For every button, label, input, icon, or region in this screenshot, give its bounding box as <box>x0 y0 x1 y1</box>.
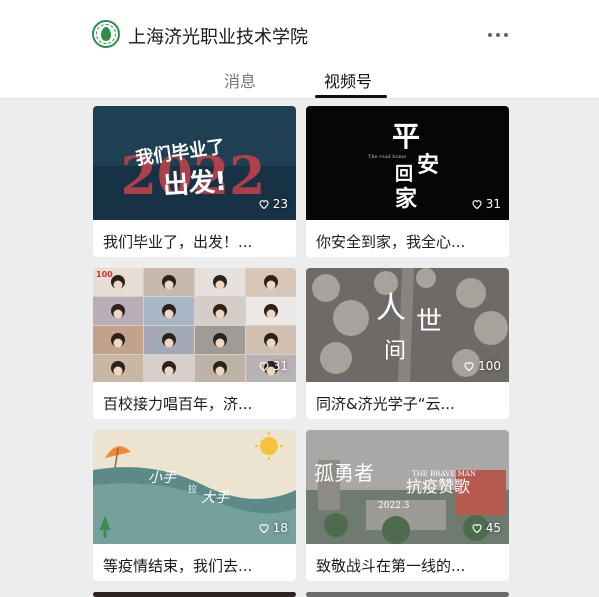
like-count[interactable]: 18 <box>258 521 288 535</box>
video-card[interactable]: 100 31 百校接力唱百年，济... <box>93 268 296 419</box>
heart-outline-icon <box>472 200 482 210</box>
thumb-text: 世 <box>416 307 442 337</box>
tab-channels[interactable]: 视频号 <box>324 68 372 92</box>
thumb-text: 100 <box>96 270 113 279</box>
account-name[interactable]: 上海济光职业技术学院 <box>128 23 308 49</box>
thumb-text: 家 <box>395 186 418 212</box>
like-count[interactable]: 31 <box>471 197 501 211</box>
heart-outline-icon <box>464 362 474 372</box>
like-count[interactable]: 100 <box>463 359 501 373</box>
heart-outline-icon <box>259 362 269 372</box>
header: 上海济光职业技术学院 消息 视频号 <box>0 0 599 99</box>
video-thumbnail[interactable]: 孤勇者 THE BRAVE MAN 抗疫赞歌 2022.3 45 <box>306 430 509 544</box>
thumb-text: 平 <box>392 120 420 153</box>
video-caption[interactable]: 你安全到家，我全心... <box>316 231 501 252</box>
heart-outline-icon <box>259 524 269 534</box>
more-dots-icon[interactable] <box>486 22 510 46</box>
video-card[interactable]: 2022 我们毕业了 出发! 23 我们毕业了，出发！... <box>93 106 296 257</box>
video-caption[interactable]: 同济&济光学子“云... <box>316 393 501 414</box>
video-thumbnail[interactable]: 小手 拉 大手 18 <box>93 430 296 544</box>
thumb-text: 安 <box>417 152 439 178</box>
video-caption[interactable]: 百校接力唱百年，济... <box>103 393 288 414</box>
thumb-text: The road home <box>368 154 406 160</box>
video-card[interactable]: 人 世 间 100 同济&济光学子“云... <box>306 268 509 419</box>
active-tab-indicator <box>315 95 387 98</box>
heart-outline-icon <box>259 200 269 210</box>
thumb-text: 拉 <box>188 483 197 495</box>
video-thumbnail[interactable]: 人 世 间 100 <box>306 268 509 382</box>
video-card[interactable]: 平 安 回 家 The road home 31 你安全到家，我全心... <box>306 106 509 257</box>
heart-outline-icon <box>472 524 482 534</box>
video-thumbnail[interactable]: 2022 我们毕业了 出发! 23 <box>93 106 296 220</box>
video-card-partial[interactable] <box>306 592 509 597</box>
video-caption[interactable]: 致敬战斗在第一线的... <box>316 555 501 576</box>
thumb-text: 大手 <box>201 490 230 506</box>
video-card[interactable]: 小手 拉 大手 18 等疫情结束，我们去... <box>93 430 296 581</box>
video-thumbnail[interactable]: 平 安 回 家 The road home 31 <box>306 106 509 220</box>
like-count[interactable]: 23 <box>258 197 288 211</box>
video-card-partial[interactable] <box>93 592 296 597</box>
video-card[interactable]: 孤勇者 THE BRAVE MAN 抗疫赞歌 2022.3 45 致敬战斗在第一… <box>306 430 509 581</box>
video-caption[interactable]: 我们毕业了，出发！... <box>103 231 288 252</box>
thumb-text: 出发! <box>162 166 228 201</box>
thumb-text: 小手 <box>148 470 177 486</box>
school-logo[interactable] <box>92 20 120 48</box>
thumb-text: 2022.3 <box>378 501 410 511</box>
thumb-text: 回 <box>395 164 413 185</box>
thumb-text: 孤勇者 <box>314 461 374 485</box>
thumb-text: 间 <box>384 339 406 364</box>
tab-messages[interactable]: 消息 <box>224 68 256 92</box>
thumb-text: 抗疫赞歌 <box>406 477 470 496</box>
logo-leaf <box>101 27 111 41</box>
thumb-text: 人 <box>376 291 406 326</box>
video-caption[interactable]: 等疫情结束，我们去... <box>103 555 288 576</box>
video-thumbnail[interactable]: 100 31 <box>93 268 296 382</box>
like-count[interactable]: 45 <box>471 521 501 535</box>
like-count[interactable]: 31 <box>258 359 288 373</box>
